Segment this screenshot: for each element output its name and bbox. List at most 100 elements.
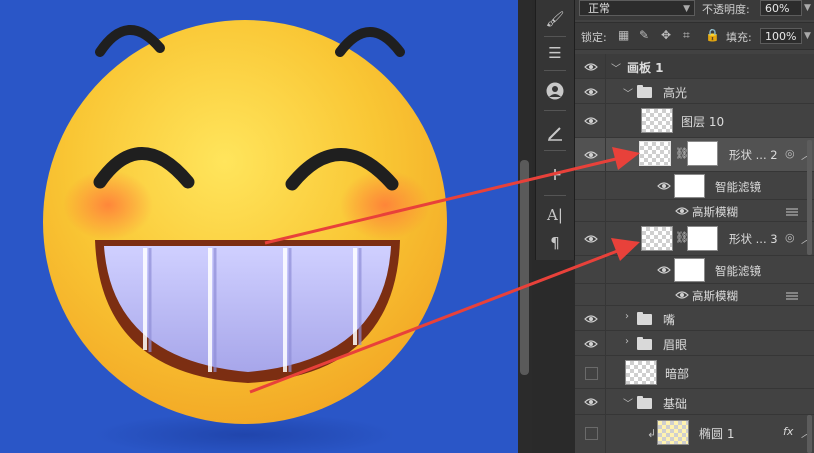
smart-filter-row[interactable]: 智能滤镜 <box>575 172 814 200</box>
layer-row-artboard[interactable]: ﹀ 画板 1 <box>575 54 814 79</box>
smart-filter-row[interactable]: 智能滤镜 <box>575 256 814 284</box>
layer-name: 形状 ... 3 <box>729 232 778 246</box>
eye-icon[interactable] <box>584 85 598 99</box>
layer-row-hidden[interactable]: 暗部 <box>575 356 814 389</box>
chevron-right-icon[interactable]: › <box>625 311 629 322</box>
eye-icon[interactable] <box>675 288 689 302</box>
layer-name: 高斯模糊 <box>692 289 738 303</box>
layer-thumbnail <box>639 141 671 166</box>
divider <box>544 70 566 71</box>
layers-scrollbar[interactable] <box>807 415 812 453</box>
folder-icon <box>637 312 652 325</box>
lock-all-icon[interactable]: 🔒 <box>705 28 720 42</box>
visibility-off-box[interactable] <box>585 427 598 440</box>
layer-thumbnail <box>641 226 673 251</box>
layer-name: 智能滤镜 <box>715 180 761 194</box>
filter-options-icon[interactable]: ◎ <box>785 147 795 160</box>
document-canvas[interactable] <box>0 0 518 453</box>
opacity-label: 不透明度: <box>702 3 750 16</box>
layer-row-group[interactable]: ﹀ 高光 <box>575 79 814 104</box>
layer-name: 智能滤镜 <box>715 264 761 278</box>
layer-row-shape[interactable]: ⛓ 形状 ... 3 ◎ ︿ <box>575 222 814 256</box>
sliders-icon[interactable]: ☰ <box>536 38 574 68</box>
chevron-down-icon[interactable]: ﹀ <box>623 85 633 100</box>
eye-icon[interactable] <box>584 312 598 326</box>
filter-row[interactable]: 高斯模糊 <box>575 200 814 222</box>
layer-name: 眉眼 <box>663 338 688 352</box>
brush-icon[interactable]: 🖌 <box>536 4 574 34</box>
layer-row-group[interactable]: › 眉眼 <box>575 331 814 356</box>
canvas-scroll-thumb[interactable] <box>520 160 529 375</box>
eye-icon[interactable] <box>584 232 598 246</box>
eye-icon[interactable] <box>584 395 598 409</box>
lock-fill-bar: 锁定: ▦ ✎ ✥ ⌗ 🔒 填充: 100% ▼ <box>575 22 814 50</box>
divider <box>544 195 566 196</box>
layer-thumbnail <box>657 420 689 445</box>
filter-blend-icon[interactable] <box>786 208 798 216</box>
eye-icon[interactable] <box>584 148 598 162</box>
layer-row-shape-selected[interactable]: ⛓ 形状 ... 2 ◎ ︿ <box>575 138 814 172</box>
move-icon[interactable]: ✛ <box>536 160 574 190</box>
folder-icon <box>637 396 652 409</box>
fill-label: 填充: <box>726 31 752 44</box>
eye-icon[interactable] <box>584 114 598 128</box>
layer-name: 嘴 <box>663 313 676 327</box>
blend-mode-select[interactable]: 正常 ▼ <box>579 0 695 16</box>
eye-icon[interactable] <box>657 263 671 277</box>
lock-artboard-icon[interactable]: ⌗ <box>683 28 690 43</box>
paragraph-icon[interactable]: ¶ <box>536 228 574 258</box>
lock-transparent-icon[interactable]: ▦ <box>618 28 629 42</box>
layers-scrollbar[interactable] <box>807 140 812 255</box>
eye-icon[interactable] <box>584 337 598 351</box>
chevron-down-icon: ▼ <box>683 4 690 14</box>
layer-row-pixel[interactable]: 图层 10 <box>575 104 814 138</box>
fx-icon[interactable]: fx <box>783 425 793 438</box>
layer-name: 形状 ... 2 <box>729 148 778 162</box>
filter-mask-thumbnail <box>674 174 705 198</box>
filter-blend-icon[interactable] <box>786 292 798 300</box>
visibility-off-box[interactable] <box>585 367 598 380</box>
layer-name: 椭圆 1 <box>699 427 735 441</box>
folder-icon <box>637 337 652 350</box>
chevron-down-icon[interactable]: ﹀ <box>611 60 621 75</box>
chevron-down-icon[interactable]: ﹀ <box>623 395 633 410</box>
divider <box>544 110 566 111</box>
layers-panel: 正常 ▼ 不透明度: 60% ▼ 锁定: ▦ ✎ ✥ ⌗ 🔒 填充: 100% … <box>575 0 814 453</box>
eye-icon[interactable] <box>584 60 598 74</box>
filter-mask-thumbnail <box>674 258 705 282</box>
layer-name: 高光 <box>663 86 688 100</box>
blend-mode-value: 正常 <box>588 2 610 15</box>
divider <box>544 36 566 37</box>
text-icon[interactable]: A| <box>536 200 574 230</box>
panel-tool-strip: 🖌 ☰ ✛ A| ¶ <box>535 0 575 260</box>
eye-icon[interactable] <box>657 179 671 193</box>
person-icon[interactable] <box>536 76 574 106</box>
layer-thumbnail <box>641 108 673 133</box>
layer-name: 基础 <box>663 397 688 411</box>
chevron-down-icon[interactable]: ▼ <box>804 31 811 41</box>
mask-thumbnail <box>687 141 718 166</box>
layer-thumbnail <box>625 360 657 385</box>
fill-field[interactable]: 100% <box>760 28 802 44</box>
lock-move-icon[interactable]: ✥ <box>661 28 671 42</box>
lock-label: 锁定: <box>581 31 607 44</box>
clipping-arrow-icon: ↲ <box>647 427 657 440</box>
layer-name: 暗部 <box>665 367 690 381</box>
chevron-down-icon[interactable]: ▼ <box>804 3 811 13</box>
layer-row-group[interactable]: › 嘴 <box>575 306 814 331</box>
filter-row[interactable]: 高斯模糊 <box>575 284 814 306</box>
layer-name: 画板 1 <box>627 61 664 75</box>
layer-name: 高斯模糊 <box>692 205 738 219</box>
layer-name: 图层 10 <box>681 115 725 129</box>
layer-row-ellipse[interactable]: ↲ 椭圆 1 fx ︿ <box>575 415 814 453</box>
opacity-field[interactable]: 60% <box>760 0 802 16</box>
mask-thumbnail <box>687 226 718 251</box>
filter-options-icon[interactable]: ◎ <box>785 231 795 244</box>
eye-icon[interactable] <box>675 204 689 218</box>
lock-paint-icon[interactable]: ✎ <box>639 28 649 42</box>
divider <box>544 150 566 151</box>
layer-row-group[interactable]: ﹀ 基础 <box>575 389 814 415</box>
chevron-right-icon[interactable]: › <box>625 336 629 347</box>
ruler-icon[interactable] <box>536 118 574 148</box>
blend-opacity-bar: 正常 ▼ 不透明度: 60% ▼ <box>575 0 814 20</box>
